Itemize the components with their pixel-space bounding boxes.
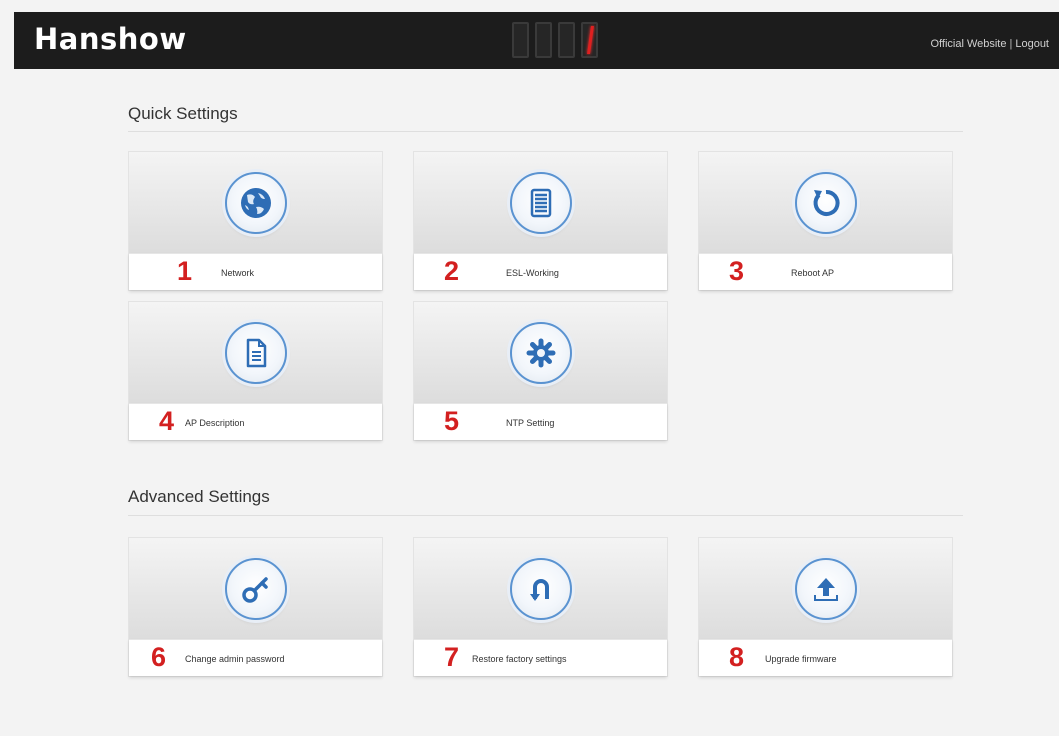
tile-number: 5 [444, 406, 460, 436]
tile-number: 4 [159, 406, 175, 436]
official-website-link[interactable]: Official Website [930, 38, 1006, 50]
tile-number: 8 [729, 642, 745, 672]
section-divider [128, 131, 963, 132]
u-turn-icon [509, 558, 572, 620]
digit-cell [535, 22, 552, 58]
tile-label-bar [129, 253, 382, 290]
tile-label: NTP Setting [506, 418, 555, 428]
ntp-setting-tile[interactable]: 5 NTP Setting [413, 301, 668, 441]
upload-icon [794, 558, 857, 620]
header-links: Official Website | Logout [930, 38, 1049, 50]
tile-label: Reboot AP [791, 268, 835, 278]
top-bar: Hanshow Official Website | Logout [14, 12, 1059, 69]
tile-number: 6 [151, 642, 167, 672]
quick-settings-title: Quick Settings [128, 104, 238, 123]
tile-number: 3 [729, 256, 745, 286]
advanced-settings-title: Advanced Settings [128, 487, 270, 506]
digit-cell [558, 22, 575, 58]
list-icon [509, 172, 572, 234]
network-tile[interactable]: 1 Network [128, 151, 383, 291]
logout-link[interactable]: Logout [1015, 38, 1049, 50]
globe-icon [224, 172, 287, 234]
tile-label: AP Description [185, 418, 245, 428]
tile-label: Upgrade firmware [765, 654, 837, 664]
tile-number: 7 [444, 642, 460, 672]
digit-cell [512, 22, 529, 58]
tile-label: Change admin password [185, 654, 285, 664]
gear-icon [509, 322, 572, 384]
refresh-icon [794, 172, 857, 234]
restore-factory-tile[interactable]: 7 Restore factory settings [413, 537, 668, 677]
upgrade-firmware-tile[interactable]: 8 Upgrade firmware [698, 537, 953, 677]
key-icon [224, 558, 287, 620]
tile-label: Restore factory settings [472, 654, 567, 664]
tile-number: 2 [444, 256, 460, 286]
change-password-tile[interactable]: 6 Change admin password [128, 537, 383, 677]
ap-description-tile[interactable]: 4 AP Description [128, 301, 383, 441]
link-separator: | [1009, 38, 1013, 50]
reboot-ap-tile[interactable]: 3 Reboot AP [698, 151, 953, 291]
tile-number: 1 [177, 256, 193, 286]
brand-logo: Hanshow [34, 22, 187, 56]
document-icon [224, 322, 287, 384]
tile-label: ESL-Working [506, 268, 559, 278]
status-digit-display [512, 22, 598, 58]
section-divider [128, 515, 963, 516]
digit-cell-lit [581, 22, 598, 58]
esl-working-tile[interactable]: 2 ESL-Working [413, 151, 668, 291]
tile-label: Network [221, 268, 255, 278]
